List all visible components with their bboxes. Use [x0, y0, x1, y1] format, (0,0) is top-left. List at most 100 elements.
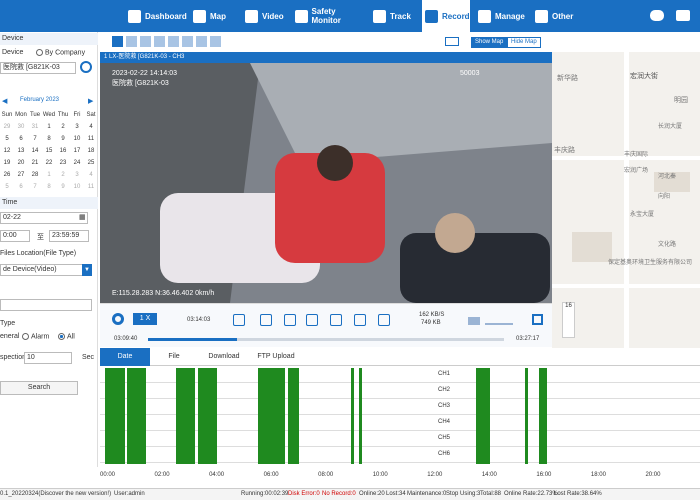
layout-4-icon[interactable]	[126, 36, 137, 47]
record-segment[interactable]	[176, 368, 196, 464]
next-month-icon[interactable]: ▶	[88, 97, 93, 105]
calendar-day[interactable]: 4	[84, 124, 98, 130]
record-segment[interactable]	[525, 368, 529, 464]
record-segment[interactable]	[539, 368, 548, 464]
layout-16-icon[interactable]	[210, 36, 221, 47]
date-field[interactable]: 02-22	[0, 212, 88, 224]
calendar-day[interactable]: 1	[42, 124, 56, 130]
record-segment[interactable]	[288, 368, 300, 464]
record-segment[interactable]	[359, 368, 362, 464]
settings-gear-icon[interactable]	[112, 313, 124, 325]
calendar-day[interactable]: 27	[14, 172, 28, 178]
alarm-radio[interactable]	[22, 333, 29, 340]
calendar-day[interactable]: 12	[0, 148, 14, 154]
frame-icon[interactable]	[284, 314, 296, 326]
type-general-option[interactable]: eneral	[0, 333, 19, 340]
start-time-field[interactable]: 0:00	[0, 230, 30, 242]
cloud-icon[interactable]	[650, 10, 664, 21]
progress-track[interactable]	[148, 338, 504, 341]
nav-record[interactable]: Record	[422, 0, 470, 32]
calendar-day[interactable]: 7	[28, 136, 42, 142]
layout-13-icon[interactable]	[196, 36, 207, 47]
hide-map-button[interactable]: Hide Map	[507, 37, 541, 48]
volume-icon[interactable]	[468, 317, 480, 325]
by-device-label[interactable]: Device	[2, 49, 23, 56]
calendar-day[interactable]: 8	[42, 184, 56, 190]
nav-video[interactable]: Video	[245, 0, 285, 32]
map-layer-icon[interactable]	[445, 37, 459, 46]
layout-6-icon[interactable]	[140, 36, 151, 47]
type-all-option[interactable]: All	[58, 333, 75, 340]
calendar-day[interactable]: 8	[42, 136, 56, 142]
calendar-day[interactable]: 31	[28, 124, 42, 130]
calendar-day[interactable]: 30	[14, 124, 28, 130]
inspection-field[interactable]: 10	[24, 352, 72, 364]
calendar-day[interactable]: 3	[70, 172, 84, 178]
nav-map[interactable]: Map	[193, 0, 229, 32]
chevron-down-icon[interactable]: ▼	[82, 264, 92, 276]
show-map-button[interactable]: Show Map	[471, 37, 508, 48]
calendar-day[interactable]: 28	[28, 172, 42, 178]
all-radio[interactable]	[58, 333, 65, 340]
calendar-day[interactable]: 29	[0, 124, 14, 130]
search-button[interactable]: Search	[0, 381, 78, 395]
calendar-day[interactable]: 14	[28, 148, 42, 154]
layout-9-icon[interactable]	[168, 36, 179, 47]
nav-manage[interactable]: Manage	[478, 0, 528, 32]
map-zoom-control[interactable]: 16	[562, 302, 575, 338]
end-time-field[interactable]: 23:59:59	[49, 230, 89, 242]
type-alarm-option[interactable]: Alarm	[22, 333, 49, 340]
calendar-day[interactable]: 17	[70, 148, 84, 154]
calendar-day[interactable]: 25	[84, 160, 98, 166]
rewind-icon[interactable]	[306, 314, 318, 326]
tab-date[interactable]: Date	[100, 348, 150, 366]
prev-month-icon[interactable]: ◀	[2, 97, 7, 105]
calendar-day[interactable]: 20	[14, 160, 28, 166]
calendar-day[interactable]: 2	[56, 172, 70, 178]
record-segment[interactable]	[476, 368, 490, 464]
device-field[interactable]: 医院救 [G821K-03	[0, 62, 76, 74]
record-segment[interactable]	[198, 368, 218, 464]
calendar-day[interactable]: 6	[14, 136, 28, 142]
speed-button[interactable]: 1 X	[133, 313, 157, 325]
blank-field[interactable]	[0, 299, 92, 311]
fast-play-icon[interactable]	[354, 314, 366, 326]
stop-icon[interactable]	[260, 314, 272, 326]
calendar-day[interactable]: 3	[70, 124, 84, 130]
calendar-day[interactable]: 23	[56, 160, 70, 166]
calendar-day[interactable]: 13	[14, 148, 28, 154]
tab-download[interactable]: Download	[198, 348, 250, 366]
calendar-day[interactable]: 5	[0, 136, 14, 142]
layout-8-icon[interactable]	[154, 36, 165, 47]
fullscreen-icon[interactable]	[532, 314, 543, 325]
files-location-select[interactable]: de Device(Video)	[0, 264, 92, 276]
calendar-day[interactable]: 10	[70, 136, 84, 142]
calendar-day[interactable]: 7	[28, 184, 42, 190]
calendar-day[interactable]: 2	[56, 124, 70, 130]
calendar-day[interactable]: 16	[56, 148, 70, 154]
calendar-day[interactable]: 26	[0, 172, 14, 178]
slow-play-icon[interactable]	[330, 314, 342, 326]
by-company-radio[interactable]	[36, 49, 43, 56]
map-panel[interactable]: 宏润大街 新华路 明园 丰庆路 长润大厦 丰庆国际 宏润广场 永宝大厦 河北秦 …	[552, 52, 700, 348]
calendar-day[interactable]: 9	[56, 184, 70, 190]
record-segment[interactable]	[105, 368, 125, 464]
record-segment[interactable]	[350, 368, 354, 464]
calendar-icon[interactable]: ▦	[79, 213, 86, 221]
calendar-day[interactable]: 5	[0, 184, 14, 190]
nav-safety-monitor[interactable]: Safety Monitor	[295, 0, 365, 32]
play-icon[interactable]	[233, 314, 245, 326]
nav-track[interactable]: Track	[373, 0, 413, 32]
volume-slider[interactable]	[485, 317, 513, 325]
tab-ftp-upload[interactable]: FTP Upload	[250, 348, 302, 366]
record-segment[interactable]	[127, 368, 147, 464]
nav-other[interactable]: Other	[535, 0, 575, 32]
nav-dashboard[interactable]: Dashboard	[128, 0, 188, 32]
calendar-day[interactable]: 18	[84, 148, 98, 154]
user-icon[interactable]	[676, 10, 690, 21]
video-player[interactable]: 2023-02-22 14:14:03 医院救 [G821K-03 50003 …	[100, 63, 552, 303]
version-text[interactable]: 0.1_20220324(Discover the new version!)	[0, 489, 111, 500]
search-icon[interactable]	[80, 61, 92, 73]
calendar-day[interactable]: 9	[56, 136, 70, 142]
calendar-day[interactable]: 24	[70, 160, 84, 166]
